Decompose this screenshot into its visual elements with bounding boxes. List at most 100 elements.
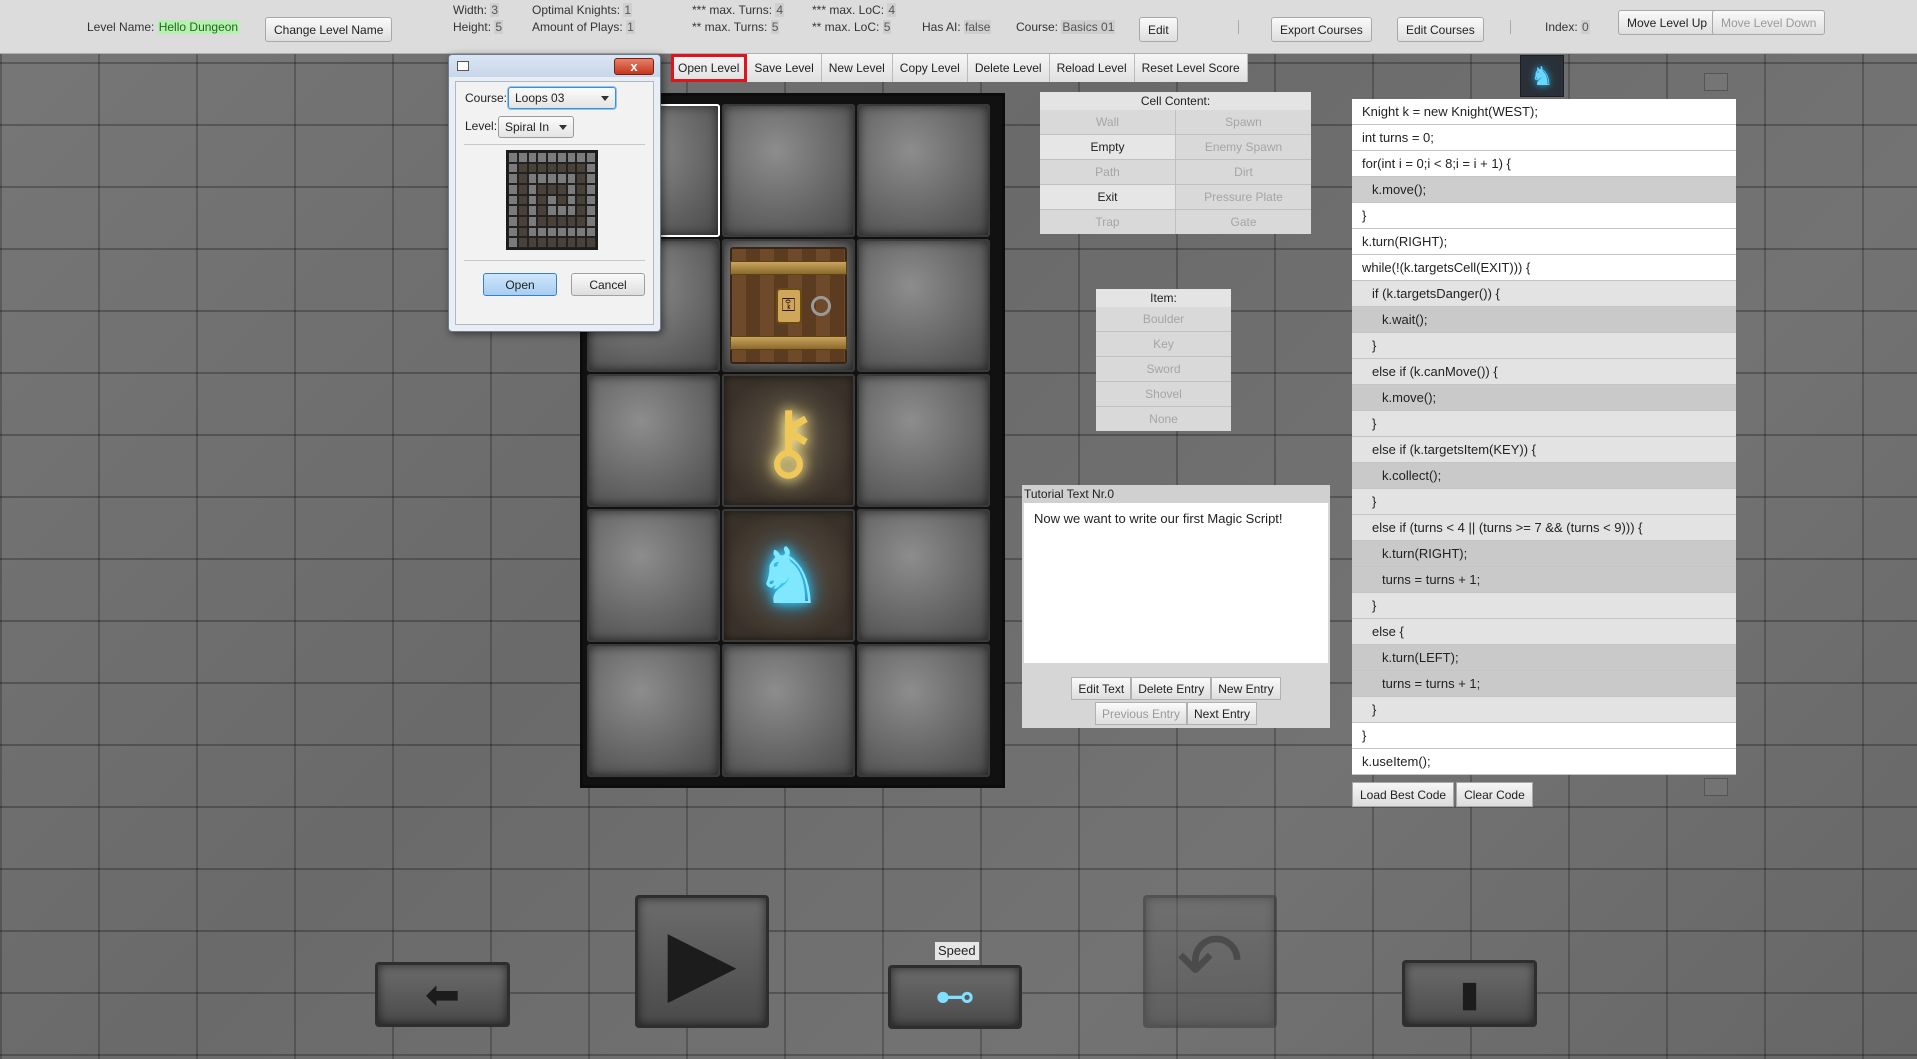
code-line[interactable]: } <box>1352 593 1736 619</box>
cell-content-option[interactable]: Dirt <box>1176 160 1311 184</box>
dialog-open-button[interactable]: Open <box>483 273 557 296</box>
open-level-button[interactable]: Open Level <box>671 54 748 82</box>
grid-cell-wall[interactable] <box>587 644 720 777</box>
code-line[interactable]: if (k.targetsDanger()) { <box>1352 281 1736 307</box>
spellbook-button[interactable]: ▮ <box>1402 960 1537 1027</box>
cell-content-option[interactable]: Spawn <box>1176 110 1311 134</box>
copy-level-button[interactable]: Copy Level <box>892 54 968 82</box>
preview-tile <box>527 194 538 206</box>
grid-cell-wall[interactable] <box>587 509 720 642</box>
grid-cell-wall[interactable] <box>857 239 990 372</box>
reset-level-score-button[interactable]: Reset Level Score <box>1134 54 1248 82</box>
code-line[interactable]: else if (turns < 4 || (turns >= 7 && (tu… <box>1352 515 1736 541</box>
preview-tile <box>547 216 557 227</box>
export-courses-button[interactable]: Export Courses <box>1271 17 1372 42</box>
code-line[interactable]: for(int i = 0;i < 8;i = i + 1) { <box>1352 151 1736 177</box>
edit-course-button[interactable]: Edit <box>1139 17 1178 42</box>
item-option[interactable]: None <box>1096 407 1231 431</box>
cell-content-option[interactable]: Exit <box>1040 185 1175 209</box>
clear-code-button[interactable]: Clear Code <box>1456 782 1533 807</box>
grid-cell-wall[interactable] <box>722 104 855 237</box>
change-level-name-button[interactable]: Change Level Name <box>265 17 393 42</box>
cell-content-option[interactable]: Wall <box>1040 110 1175 134</box>
delete-entry-button[interactable]: Delete Entry <box>1131 677 1212 700</box>
load-best-code-button[interactable]: Load Best Code <box>1352 782 1455 807</box>
scroll-up-handle[interactable] <box>1704 73 1728 91</box>
next-entry-button[interactable]: Next Entry <box>1187 702 1258 725</box>
code-line[interactable]: int turns = 0; <box>1352 125 1736 151</box>
edit-text-button[interactable]: Edit Text <box>1071 677 1132 700</box>
grid-cell-knight[interactable]: ♞ <box>722 509 855 642</box>
back-button[interactable]: ⬅ <box>375 962 510 1027</box>
item-option[interactable]: Sword <box>1096 357 1231 381</box>
cell-content-option[interactable]: Pressure Plate <box>1176 185 1311 209</box>
grid-cell-key[interactable]: ⚷ <box>722 374 855 507</box>
code-line[interactable]: k.move(); <box>1352 177 1736 203</box>
reload-level-button[interactable]: Reload Level <box>1049 54 1135 82</box>
code-line[interactable]: } <box>1352 333 1736 359</box>
move-level-down-button[interactable]: Move Level Down <box>1712 10 1826 35</box>
scroll-down-handle[interactable] <box>1704 778 1728 796</box>
item-option[interactable]: Shovel <box>1096 382 1231 406</box>
grid-cell-wall[interactable] <box>857 509 990 642</box>
preview-tile <box>576 237 587 248</box>
max-loc-2-label: ** max. LoC: 5 <box>812 20 892 34</box>
tutorial-panel: Tutorial Text Nr.0 Now we want to write … <box>1022 485 1330 728</box>
code-line[interactable]: k.wait(); <box>1352 307 1736 333</box>
code-line[interactable]: else { <box>1352 619 1736 645</box>
level-select[interactable]: Spiral In <box>498 116 574 138</box>
speed-slider[interactable]: ⊷ <box>888 965 1022 1029</box>
code-line[interactable]: k.move(); <box>1352 385 1736 411</box>
code-line[interactable]: } <box>1352 411 1736 437</box>
cell-content-option[interactable]: Enemy Spawn <box>1176 135 1311 159</box>
code-line[interactable]: else if (k.canMove()) { <box>1352 359 1736 385</box>
grid-cell-wall[interactable] <box>857 374 990 507</box>
has-ai-value: false <box>964 20 992 34</box>
code-line[interactable]: Knight k = new Knight(WEST); <box>1352 99 1736 125</box>
preview-tile <box>566 184 577 195</box>
tutorial-text[interactable]: Now we want to write our first Magic Scr… <box>1024 503 1328 663</box>
grid-cell-wall[interactable] <box>857 644 990 777</box>
code-line[interactable]: } <box>1352 723 1736 749</box>
code-line[interactable]: k.turn(LEFT); <box>1352 645 1736 671</box>
code-line[interactable]: else if (k.targetsItem(KEY)) { <box>1352 437 1736 463</box>
delete-level-button[interactable]: Delete Level <box>967 54 1050 82</box>
code-line[interactable]: turns = turns + 1; <box>1352 567 1736 593</box>
item-option[interactable]: Key <box>1096 332 1231 356</box>
cell-content-option[interactable]: Empty <box>1040 135 1175 159</box>
code-line[interactable]: } <box>1352 489 1736 515</box>
preview-tile <box>586 237 596 248</box>
close-icon[interactable]: x <box>614 58 654 75</box>
code-line[interactable]: } <box>1352 203 1736 229</box>
play-button[interactable]: ▶ <box>635 895 769 1028</box>
preview-tile <box>517 226 528 238</box>
cell-content-option[interactable]: Gate <box>1176 210 1311 234</box>
code-line[interactable]: } <box>1352 697 1736 723</box>
code-line[interactable]: k.useItem(); <box>1352 749 1736 775</box>
cell-content-option[interactable]: Path <box>1040 160 1175 184</box>
max-turns-3-value: 4 <box>775 3 785 17</box>
grid-cell-wall[interactable] <box>857 104 990 237</box>
save-level-button[interactable]: Save Level <box>747 54 822 82</box>
code-actions: Load Best Code Clear Code <box>1352 782 1533 807</box>
grid-cell-exit[interactable]: ⚿ <box>722 239 855 372</box>
code-line[interactable]: turns = turns + 1; <box>1352 671 1736 697</box>
code-line[interactable]: while(!(k.targetsCell(EXIT))) { <box>1352 255 1736 281</box>
new-entry-button[interactable]: New Entry <box>1211 677 1281 700</box>
course-select[interactable]: Loops 03 <box>508 87 616 109</box>
dialog-cancel-button[interactable]: Cancel <box>571 273 645 296</box>
undo-button[interactable]: ↶ <box>1143 895 1277 1028</box>
previous-entry-button[interactable]: Previous Entry <box>1094 702 1187 725</box>
grid-cell-wall[interactable] <box>722 644 855 777</box>
level-actions-bar: Open Level Save Level New Level Copy Lev… <box>671 54 1248 82</box>
grid-cell-wall[interactable] <box>587 374 720 507</box>
cell-content-option[interactable]: Trap <box>1040 210 1175 234</box>
new-level-button[interactable]: New Level <box>821 54 893 82</box>
code-line[interactable]: k.collect(); <box>1352 463 1736 489</box>
item-option[interactable]: Boulder <box>1096 307 1231 331</box>
code-line[interactable]: k.turn(RIGHT); <box>1352 229 1736 255</box>
dialog-title-bar[interactable]: x <box>449 55 660 77</box>
edit-courses-button[interactable]: Edit Courses <box>1397 17 1484 42</box>
move-level-up-button[interactable]: Move Level Up <box>1618 10 1717 35</box>
code-line[interactable]: k.turn(RIGHT); <box>1352 541 1736 567</box>
